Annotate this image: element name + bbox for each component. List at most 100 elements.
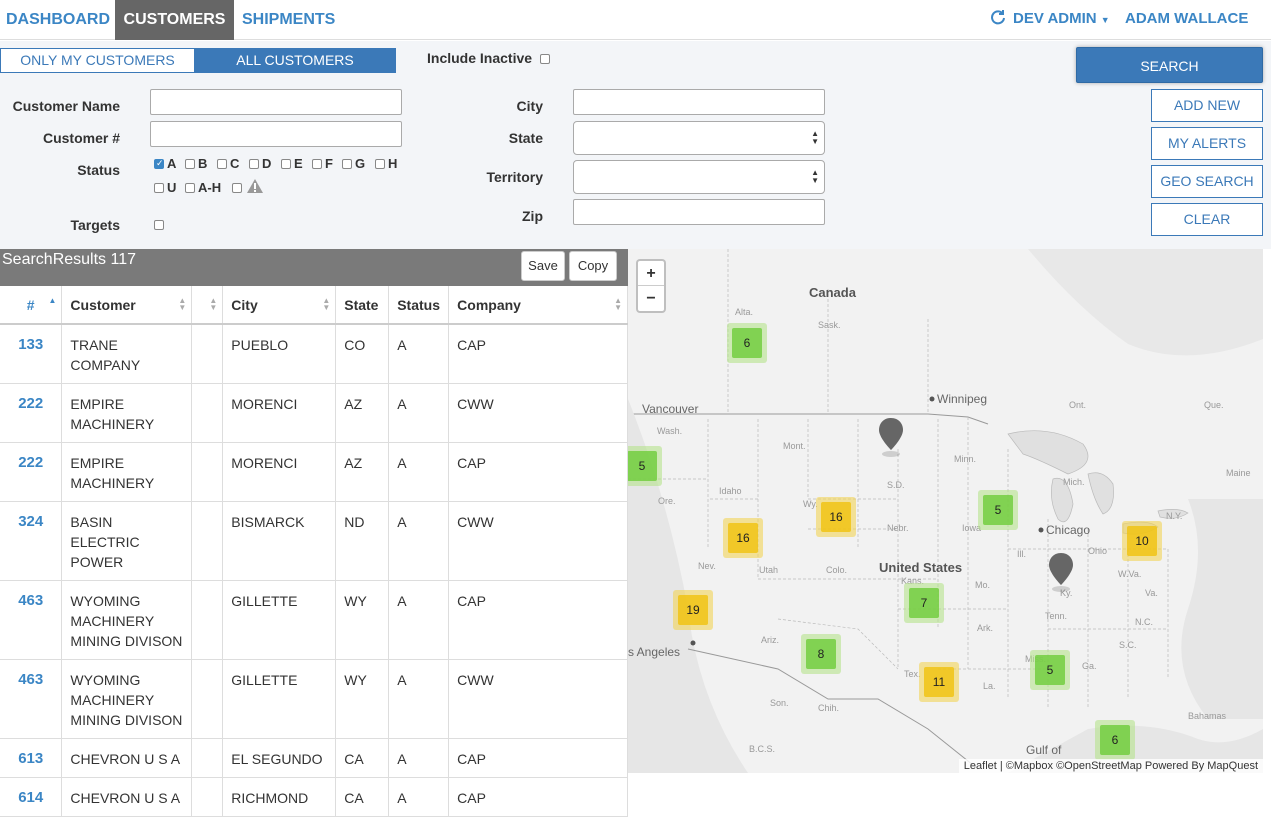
map-cluster[interactable]: 10 bbox=[1122, 521, 1162, 561]
targets-checkbox[interactable] bbox=[154, 220, 164, 230]
map-cluster[interactable]: 16 bbox=[816, 497, 856, 537]
map-marker-icon[interactable] bbox=[1047, 551, 1075, 598]
map-label: Mont. bbox=[783, 441, 806, 451]
map-view[interactable]: + − Canada Winnipeg Vancouver Chicago Un… bbox=[628, 249, 1263, 773]
customer-number-input[interactable] bbox=[150, 121, 402, 147]
state-select[interactable]: ▲ ▼ bbox=[573, 121, 825, 155]
cluster-count: 16 bbox=[821, 502, 851, 532]
save-button[interactable]: Save bbox=[521, 251, 565, 281]
customer-number-link[interactable]: 463 bbox=[0, 580, 63, 660]
table-row[interactable]: 222 EMPIRE MACHINERY MORENCI AZ A CAP bbox=[0, 442, 628, 502]
map-label: Ore. bbox=[658, 496, 676, 506]
col-header-blank[interactable]: ▲ ▼ bbox=[191, 286, 224, 325]
zoom-out-button[interactable]: − bbox=[638, 286, 664, 311]
status-e-checkbox[interactable] bbox=[281, 159, 291, 169]
status-d-checkbox[interactable] bbox=[249, 159, 259, 169]
map-label: Chicago bbox=[1046, 523, 1091, 537]
table-row[interactable]: 614 CHEVRON U S A RICHMOND CA A CAP bbox=[0, 777, 628, 817]
map-cluster[interactable]: 5 bbox=[628, 446, 662, 486]
status-f-checkbox[interactable] bbox=[312, 159, 322, 169]
zip-label: Zip bbox=[522, 208, 543, 224]
status-a-h-checkbox[interactable] bbox=[185, 183, 195, 193]
my-alerts-button[interactable]: MY ALERTS bbox=[1151, 127, 1263, 160]
map-label: Ohio bbox=[1088, 546, 1108, 556]
map-label: Sask. bbox=[818, 320, 841, 330]
customer-name-cell: WYOMING MACHINERY MINING DIVISON bbox=[61, 659, 193, 739]
table-row[interactable]: 133 TRANE COMPANY PUEBLO CO A CAP bbox=[0, 324, 628, 384]
env-dropdown[interactable]: DEV ADMIN ▼ bbox=[1013, 0, 1110, 38]
clear-button[interactable]: CLEAR bbox=[1151, 203, 1263, 236]
customer-name-input[interactable] bbox=[150, 89, 402, 115]
customer-number-link[interactable]: 222 bbox=[0, 383, 63, 443]
table-row[interactable]: 324 BASIN ELECTRIC POWER BISMARCK ND A C… bbox=[0, 501, 628, 581]
map-marker-icon[interactable] bbox=[877, 416, 905, 463]
table-row[interactable]: 463 WYOMING MACHINERY MINING DIVISON GIL… bbox=[0, 659, 628, 739]
map-label: W.Va. bbox=[1118, 569, 1142, 579]
zoom-in-button[interactable]: + bbox=[638, 261, 664, 286]
geo-search-button[interactable]: GEO SEARCH bbox=[1151, 165, 1263, 198]
map-cluster[interactable]: 6 bbox=[727, 323, 767, 363]
status-warning-checkbox[interactable] bbox=[232, 183, 242, 193]
table-row[interactable]: 463 WYOMING MACHINERY MINING DIVISON GIL… bbox=[0, 580, 628, 660]
customer-number-link[interactable]: 463 bbox=[0, 659, 63, 739]
col-header-company[interactable]: Company ▲ ▼ bbox=[448, 286, 628, 325]
city-input[interactable] bbox=[573, 89, 825, 115]
status-g-label: G bbox=[355, 156, 366, 171]
customer-number-link[interactable]: 613 bbox=[0, 738, 63, 778]
map-attribution[interactable]: Leaflet | ©Mapbox ©OpenStreetMap Powered… bbox=[958, 759, 1263, 773]
map-label: Tenn. bbox=[1045, 611, 1068, 621]
add-new-button[interactable]: ADD NEW bbox=[1151, 89, 1263, 122]
company-cell: CWW bbox=[448, 501, 628, 581]
all-customers-toggle[interactable]: ALL CUSTOMERS bbox=[194, 48, 396, 73]
copy-button[interactable]: Copy bbox=[569, 251, 617, 281]
status-c-checkbox[interactable] bbox=[217, 159, 227, 169]
customer-name-cell: BASIN ELECTRIC POWER bbox=[61, 501, 193, 581]
customer-number-link[interactable]: 222 bbox=[0, 442, 63, 502]
map-cluster[interactable]: 16 bbox=[723, 518, 763, 558]
customer-number-label: Customer # bbox=[42, 130, 120, 146]
zip-input[interactable] bbox=[573, 199, 825, 225]
customer-number-link[interactable]: 133 bbox=[0, 324, 63, 384]
user-menu[interactable]: ADAM WALLACE bbox=[1125, 0, 1248, 38]
map-cluster[interactable]: 5 bbox=[978, 490, 1018, 530]
customer-number-link[interactable]: 324 bbox=[0, 501, 63, 581]
territory-label: Territory bbox=[486, 169, 543, 185]
col-header-customer[interactable]: Customer ▲ ▼ bbox=[61, 286, 193, 325]
status-g-checkbox[interactable] bbox=[342, 159, 352, 169]
col-header-state[interactable]: State bbox=[335, 286, 390, 325]
status-h-label: H bbox=[388, 156, 398, 171]
tab-customers[interactable]: CUSTOMERS bbox=[115, 0, 234, 40]
map-cluster[interactable]: 11 bbox=[919, 662, 959, 702]
customer-number-link[interactable]: 614 bbox=[0, 777, 63, 817]
map-cluster[interactable]: 8 bbox=[801, 634, 841, 674]
state-cell: AZ bbox=[335, 383, 390, 443]
map-label: Canada bbox=[809, 285, 856, 300]
include-inactive-label: Include Inactive bbox=[427, 50, 533, 66]
include-inactive-checkbox[interactable] bbox=[540, 54, 550, 64]
tab-dashboard[interactable]: DASHBOARD bbox=[2, 0, 114, 40]
territory-select[interactable]: ▲ ▼ bbox=[573, 160, 825, 194]
status-b-checkbox[interactable] bbox=[185, 159, 195, 169]
map-cluster[interactable]: 19 bbox=[673, 590, 713, 630]
map-cluster[interactable]: 7 bbox=[904, 583, 944, 623]
col-header-status[interactable]: Status bbox=[388, 286, 450, 325]
map-label: Alta. bbox=[735, 307, 754, 317]
col-header-city[interactable]: City ▲ ▼ bbox=[222, 286, 337, 325]
map-cluster[interactable]: 6 bbox=[1095, 720, 1135, 760]
status-u-checkbox[interactable] bbox=[154, 183, 164, 193]
map-label: Mo. bbox=[975, 580, 991, 590]
blank-cell bbox=[191, 324, 224, 384]
map-cluster[interactable]: 5 bbox=[1030, 650, 1070, 690]
company-cell: CAP bbox=[448, 324, 628, 384]
table-row[interactable]: 613 CHEVRON U S A EL SEGUNDO CA A CAP bbox=[0, 738, 628, 778]
status-f-label: F bbox=[325, 156, 333, 171]
col-header-number[interactable]: # ▲ bbox=[0, 286, 63, 325]
refresh-icon[interactable] bbox=[990, 0, 1006, 38]
search-button[interactable]: SEARCH bbox=[1076, 47, 1263, 83]
only-my-customers-toggle[interactable]: ONLY MY CUSTOMERS bbox=[0, 48, 195, 73]
customer-name-cell: WYOMING MACHINERY MINING DIVISON bbox=[61, 580, 193, 660]
status-h-checkbox[interactable] bbox=[375, 159, 385, 169]
tab-shipments[interactable]: SHIPMENTS bbox=[238, 0, 339, 40]
table-row[interactable]: 222 EMPIRE MACHINERY MORENCI AZ A CWW bbox=[0, 383, 628, 443]
status-a-checkbox[interactable] bbox=[154, 158, 164, 169]
